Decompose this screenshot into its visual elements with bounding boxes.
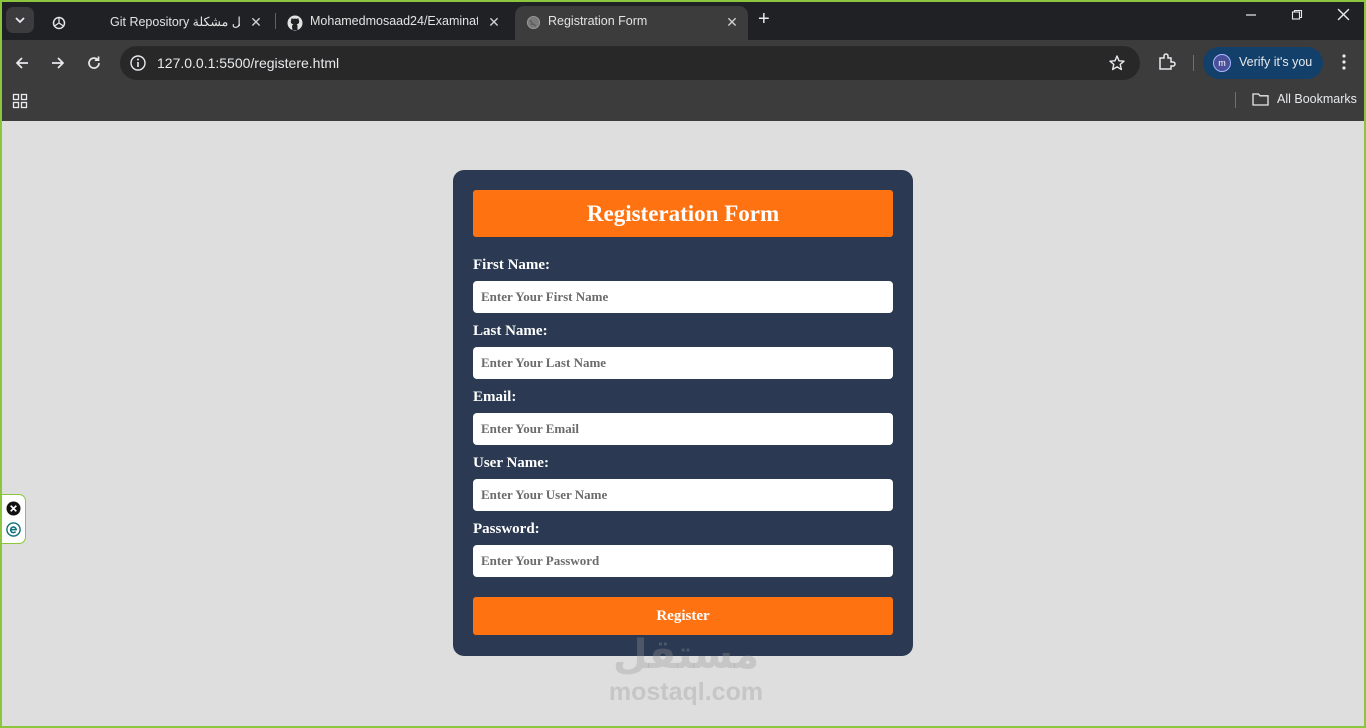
form-title: Registeration Form: [473, 190, 893, 237]
reload-icon[interactable]: [82, 51, 106, 75]
restore-icon[interactable]: [1287, 8, 1307, 24]
minimize-icon[interactable]: [1241, 8, 1261, 24]
last-name-label: Last Name:: [473, 323, 548, 339]
user-name-label: User Name:: [473, 455, 549, 471]
github-icon: [286, 14, 303, 31]
apps-grid-icon[interactable]: [12, 93, 28, 109]
address-bar[interactable]: 127.0.0.1:5500/registere.html: [120, 46, 1140, 80]
first-name-input[interactable]: [473, 281, 893, 313]
url-text: 127.0.0.1:5500/registere.html: [157, 55, 340, 71]
verify-label: Verify it's you: [1239, 55, 1313, 69]
side-extension-widget: [2, 494, 26, 544]
tab-git-repository[interactable]: Git Repository حل مشكلة ✕: [40, 6, 272, 40]
tab-title: Mohamedmosaad24/Examinatio: [310, 14, 478, 28]
registration-form: Registeration Form First Name: Last Name…: [453, 170, 913, 656]
extensions-icon[interactable]: [1156, 52, 1176, 72]
chevron-down-icon: [15, 17, 25, 24]
register-button[interactable]: Register: [473, 597, 893, 635]
toolbar-separator: [1193, 55, 1194, 71]
folder-icon: [1252, 93, 1269, 106]
avatar: m: [1213, 54, 1231, 72]
close-window-icon[interactable]: [1333, 8, 1353, 24]
user-name-input[interactable]: [473, 479, 893, 511]
bookmarks-separator: [1235, 92, 1236, 108]
verify-profile-button[interactable]: m Verify it's you: [1203, 47, 1323, 79]
site-info-icon[interactable]: [129, 54, 147, 72]
all-bookmarks-button[interactable]: All Bookmarks: [1252, 92, 1357, 106]
watermark-latin: mostaql.com: [608, 678, 764, 706]
close-circle-icon[interactable]: [6, 501, 21, 516]
globe-icon: [525, 14, 542, 31]
first-name-label: First Name:: [473, 257, 551, 273]
close-tab-icon[interactable]: ✕: [724, 14, 740, 31]
password-label: Password:: [473, 521, 540, 537]
close-tab-icon[interactable]: ✕: [248, 14, 264, 31]
tab-strip: Git Repository حل مشكلة ✕ Mohamedmosaad2…: [0, 0, 1366, 40]
openai-icon: [50, 14, 67, 31]
tab-title: Git Repository حل مشكلة: [110, 15, 240, 29]
tab-registration-form[interactable]: Registration Form ✕: [515, 6, 748, 40]
new-tab-icon[interactable]: +: [758, 9, 770, 29]
tab-search-button[interactable]: [6, 7, 34, 33]
tab-title: Registration Form: [548, 14, 648, 28]
last-name-input[interactable]: [473, 347, 893, 379]
password-input[interactable]: [473, 545, 893, 577]
all-bookmarks-label: All Bookmarks: [1277, 92, 1357, 106]
e-letter-icon[interactable]: [6, 522, 21, 537]
more-menu-icon[interactable]: [1334, 52, 1354, 72]
email-label: Email:: [473, 389, 517, 405]
back-icon[interactable]: [10, 51, 34, 75]
bookmark-star-icon[interactable]: [1108, 54, 1126, 72]
tab-github[interactable]: Mohamedmosaad24/Examinatio ✕: [276, 6, 508, 40]
close-tab-icon[interactable]: ✕: [486, 14, 502, 31]
forward-icon[interactable]: [46, 51, 70, 75]
bookmarks-bar: All Bookmarks: [0, 86, 1366, 121]
email-input[interactable]: [473, 413, 893, 445]
